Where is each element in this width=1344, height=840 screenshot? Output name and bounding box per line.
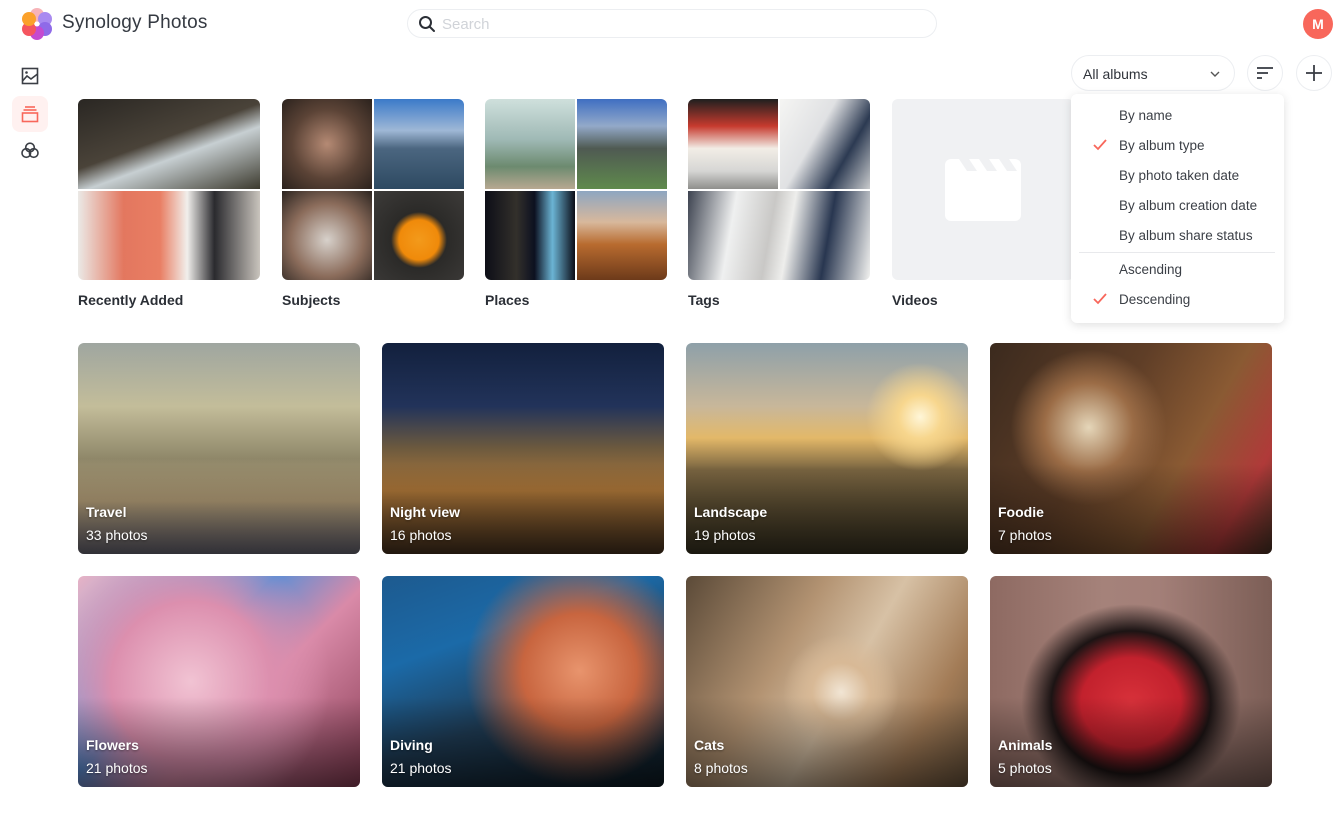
sidebar-item-albums[interactable] [12,96,48,132]
thumbnail-image [485,190,575,280]
top-bar: Synology Photos M [0,0,1344,48]
category-tags[interactable]: Tags [688,99,870,308]
thumbnail-image [78,99,260,189]
search-icon [419,16,435,32]
sort-option-by-album-type[interactable]: By album type [1071,131,1284,161]
menu-item-label: By album type [1119,138,1205,153]
menu-item-label: By photo taken date [1119,168,1240,183]
order-option-ascending[interactable]: Ascending [1071,255,1284,285]
category-label: Tags [688,292,720,308]
video-clapperboard-icon [945,158,1021,221]
checkmark-icon [1093,293,1107,305]
thumbnail-image [78,190,260,280]
menu-item-label: By album share status [1119,228,1253,243]
category-subjects[interactable]: Subjects [282,99,464,308]
menu-item-label: Ascending [1119,262,1183,277]
album-name: Animals [998,737,1053,753]
sort-icon [1257,67,1273,79]
thumbnail-image [577,99,667,189]
album-card-cats[interactable]: Cats 8 photos [686,576,968,787]
category-recently-added[interactable]: Recently Added [78,99,260,308]
category-label: Recently Added [78,292,184,308]
category-places[interactable]: Places [485,99,667,308]
menu-item-label: By name [1119,108,1173,123]
album-card-diving[interactable]: Diving 21 photos [382,576,664,787]
category-thumbnail [892,99,1074,280]
category-label: Subjects [282,292,341,308]
album-filter-dropdown[interactable]: All albums [1071,55,1235,91]
search-input[interactable] [442,13,922,35]
sort-menu: By name By album type By photo taken dat… [1071,94,1284,323]
checkmark-icon [1093,139,1107,151]
album-filter-label: All albums [1083,66,1148,82]
thumbnail-image [374,99,464,189]
album-name: Travel [86,504,127,520]
sort-option-by-name[interactable]: By name [1071,101,1284,131]
sort-option-by-album-creation-date[interactable]: By album creation date [1071,191,1284,221]
thumbnail-image [282,99,372,189]
add-album-button[interactable] [1296,55,1332,91]
album-count: 7 photos [998,527,1052,543]
album-count: 8 photos [694,760,748,776]
album-name: Cats [694,737,725,753]
category-label: Places [485,292,530,308]
search-bar[interactable] [407,9,937,38]
albums-icon [21,106,39,123]
menu-item-label: By album creation date [1119,198,1258,213]
album-count: 21 photos [86,760,148,776]
sidebar-item-shared[interactable] [12,132,48,168]
thumbnail-image [577,190,667,280]
category-label: Videos [892,292,938,308]
category-thumbnail [688,99,870,280]
album-card-night-view[interactable]: Night view 16 photos [382,343,664,554]
album-count: 21 photos [390,760,452,776]
album-name: Landscape [694,504,768,520]
thumbnail-image [688,190,870,280]
thumbnail-image [485,99,575,189]
album-count: 16 photos [390,527,452,543]
album-count: 33 photos [86,527,148,543]
album-name: Night view [390,504,461,520]
category-thumbnail [282,99,464,280]
thumbnail-image [688,99,778,189]
sort-option-by-photo-taken-date[interactable]: By photo taken date [1071,161,1284,191]
album-card-animals[interactable]: Animals 5 photos [990,576,1272,787]
category-videos[interactable]: Videos [892,99,1074,308]
sort-option-by-album-share-status[interactable]: By album share status [1071,221,1284,251]
category-thumbnail [78,99,260,280]
image-icon [21,67,39,85]
album-count: 5 photos [998,760,1052,776]
synology-photos-logo-icon [22,8,52,40]
shared-icon [21,142,39,159]
album-card-travel[interactable]: Travel 33 photos [78,343,360,554]
category-thumbnail [485,99,667,280]
album-name: Diving [390,737,433,753]
app-title: Synology Photos [62,12,208,33]
user-avatar[interactable]: M [1303,9,1333,39]
chevron-down-icon [1210,71,1220,77]
thumbnail-image [780,99,870,189]
album-count: 19 photos [694,527,756,543]
album-card-foodie[interactable]: Foodie 7 photos [990,343,1272,554]
order-option-descending[interactable]: Descending [1071,285,1284,315]
menu-divider [1079,252,1275,253]
album-card-flowers[interactable]: Flowers 21 photos [78,576,360,787]
thumbnail-image [374,190,464,280]
album-card-landscape[interactable]: Landscape 19 photos [686,343,968,554]
sort-button[interactable] [1247,55,1283,91]
plus-icon [1306,65,1322,81]
thumbnail-image [282,190,372,280]
menu-item-label: Descending [1119,292,1191,307]
album-name: Foodie [998,504,1044,520]
album-name: Flowers [86,737,139,753]
sidebar-item-photos[interactable] [12,58,48,94]
